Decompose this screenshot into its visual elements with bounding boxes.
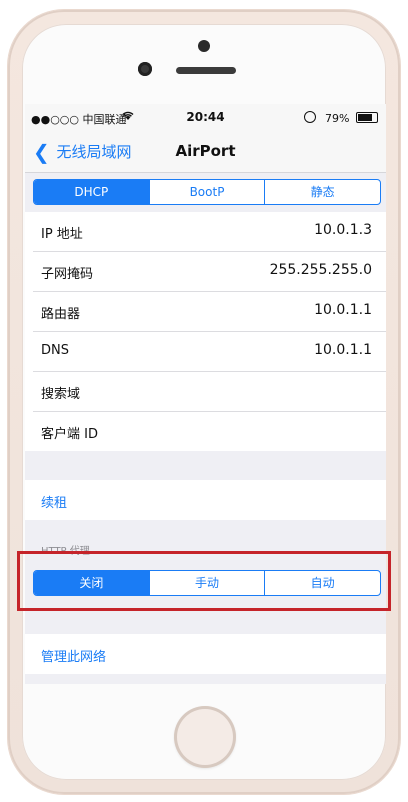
row-label: IP 地址 xyxy=(41,227,83,242)
list-item-subnet-mask: 子网掩码 255.255.255.0 xyxy=(33,252,386,292)
tab-bootp[interactable]: BootP xyxy=(148,180,265,204)
row-label: 子网掩码 xyxy=(41,267,94,282)
list-item-router: 路由器 10.0.1.1 xyxy=(33,292,386,332)
list-item-ip-address: IP 地址 10.0.1.3 xyxy=(33,212,386,252)
row-value: 10.0.1.1 xyxy=(314,342,372,358)
row-label: 搜索域 xyxy=(41,387,81,402)
ip-mode-segmented-control: DHCP BootP 静态 xyxy=(33,179,381,205)
row-label: DNS xyxy=(41,343,69,358)
rotation-lock-icon xyxy=(303,111,316,123)
earpiece-speaker xyxy=(176,67,236,74)
list-item-search-domain[interactable]: 搜索域 xyxy=(33,372,386,412)
manage-network-label: 管理此网络 xyxy=(41,650,107,665)
row-label: 路由器 xyxy=(41,307,81,322)
front-camera xyxy=(138,62,152,76)
row-value: 10.0.1.3 xyxy=(314,222,372,238)
tab-dhcp[interactable]: DHCP xyxy=(34,180,149,204)
navigation-bar: ❮ 无线局域网 AirPort xyxy=(25,132,386,173)
page-title: AirPort xyxy=(175,142,236,160)
front-sensor xyxy=(198,40,210,52)
row-value: 10.0.1.1 xyxy=(314,302,372,318)
battery-icon xyxy=(356,112,378,123)
ip-settings-list: IP 地址 10.0.1.3 子网掩码 255.255.255.0 路由器 10… xyxy=(25,212,386,451)
renew-lease-label: 续租 xyxy=(41,496,68,511)
status-bar: ●●○○○ 中国联通 20:44 79% xyxy=(25,104,386,132)
row-label: 客户端 ID xyxy=(41,427,98,442)
battery-indicator: 79% xyxy=(303,111,378,125)
home-button[interactable] xyxy=(174,706,236,768)
list-item-dns[interactable]: DNS 10.0.1.1 xyxy=(33,332,386,372)
renew-lease-button[interactable]: 续租 xyxy=(25,480,386,520)
tab-static[interactable]: 静态 xyxy=(264,180,380,204)
manage-network-button[interactable]: 管理此网络 xyxy=(25,634,386,674)
row-value: 255.255.255.0 xyxy=(269,262,372,278)
highlight-annotation-box xyxy=(17,551,391,611)
list-item-client-id[interactable]: 客户端 ID xyxy=(33,412,386,451)
battery-percent: 79% xyxy=(325,112,350,125)
